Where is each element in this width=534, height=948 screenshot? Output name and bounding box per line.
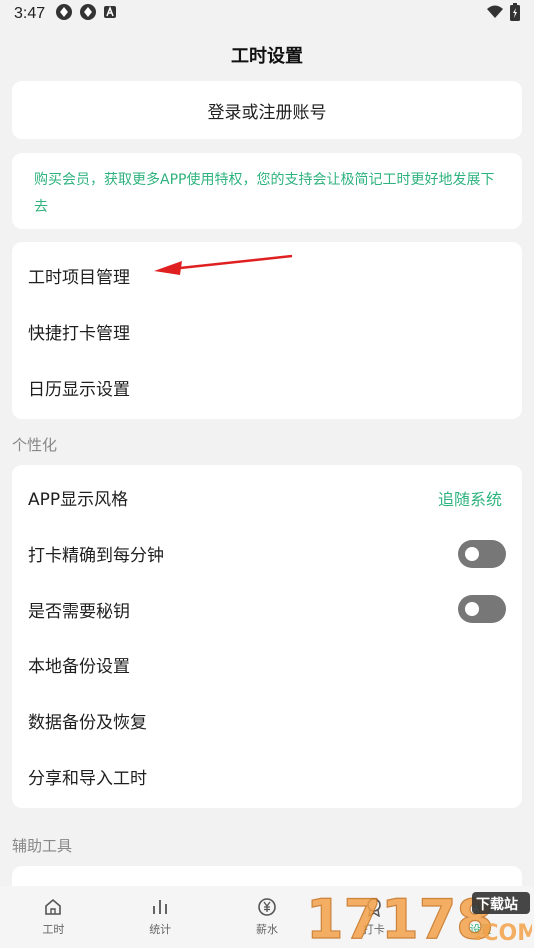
menu-item-label: 打卡精确到每分钟 xyxy=(28,546,164,567)
nav-tab-label: 统计 xyxy=(149,923,172,936)
menu-item-app-style[interactable]: APP显示风格 追随系统 xyxy=(12,470,522,526)
status-bar: 3:47 xyxy=(0,0,534,28)
menu-item-label: 数据备份及恢复 xyxy=(28,713,147,734)
wifi-icon xyxy=(486,5,504,23)
vip-promo-card[interactable]: 购买会员，获取更多APP使用特权，您的支持会让极简记工时更好地发展下去 xyxy=(12,153,522,229)
menu-item-data-backup[interactable]: 数据备份及恢复 xyxy=(12,693,522,749)
a-notification-icon xyxy=(103,5,117,23)
menu-item-label: 工时项目管理 xyxy=(28,268,130,289)
login-register-button[interactable]: 登录或注册账号 xyxy=(12,81,522,139)
login-register-label: 登录或注册账号 xyxy=(207,102,327,123)
menu-item-label: 分享和导入工时 xyxy=(28,768,147,789)
section-label-tools: 辅助工具 xyxy=(12,837,73,855)
menu-item-share-import[interactable]: 分享和导入工时 xyxy=(12,748,522,804)
need-key-toggle[interactable] xyxy=(458,595,506,624)
nav-tab-label: 工时 xyxy=(42,923,65,936)
bar-chart-icon xyxy=(153,900,168,914)
section-label-personalization: 个性化 xyxy=(12,436,58,454)
nav-tab-label: 薪水 xyxy=(255,923,278,936)
watermark-tag: 下载站 xyxy=(476,896,518,913)
menu-item-label: 日历显示设置 xyxy=(28,379,130,400)
nav-tab-statistics[interactable]: 统计 xyxy=(120,897,200,937)
toggle-knob xyxy=(465,546,479,561)
toggle-knob xyxy=(465,602,479,617)
app-notification-icon xyxy=(79,3,97,25)
app-notification-icon xyxy=(55,3,73,25)
menu-item-local-backup[interactable]: 本地备份设置 xyxy=(12,637,522,693)
menu-item-quick-punch[interactable]: 快捷打卡管理 xyxy=(12,304,522,360)
precise-punch-toggle[interactable] xyxy=(458,539,506,568)
personalization-card: APP显示风格 追随系统 打卡精确到每分钟 是否需要秘钥 本地备份设置 数据备份… xyxy=(12,465,522,808)
app-style-value: 追随系统 xyxy=(437,489,502,509)
page-title: 工时设置 xyxy=(231,46,303,67)
nav-tab-salary[interactable]: 薪水 xyxy=(227,897,307,937)
menu-item-label: APP显示风格 xyxy=(28,490,129,511)
home-icon xyxy=(45,898,62,915)
menu-item-label: 本地备份设置 xyxy=(28,657,130,678)
watermark-logo: 17178 下载站 .COM xyxy=(305,886,534,948)
menu-item-calendar-display[interactable]: 日历显示设置 xyxy=(12,359,522,415)
menu-item-label: 快捷打卡管理 xyxy=(28,324,130,345)
yuan-coin-icon xyxy=(258,898,276,916)
battery-icon xyxy=(510,3,520,25)
vip-promo-text: 购买会员，获取更多APP使用特权，您的支持会让极简记工时更好地发展下去 xyxy=(34,172,495,215)
status-time: 3:47 xyxy=(14,5,46,22)
menu-item-need-key: 是否需要秘钥 xyxy=(12,581,522,637)
nav-tab-worktime[interactable]: 工时 xyxy=(13,897,93,937)
menu-item-label: 是否需要秘钥 xyxy=(28,601,130,622)
watermark-number: 17178 xyxy=(306,888,494,946)
menu-item-precise-punch: 打卡精确到每分钟 xyxy=(12,526,522,582)
red-arrow-annotation xyxy=(154,254,293,275)
watermark-domain: .COM xyxy=(474,921,532,946)
